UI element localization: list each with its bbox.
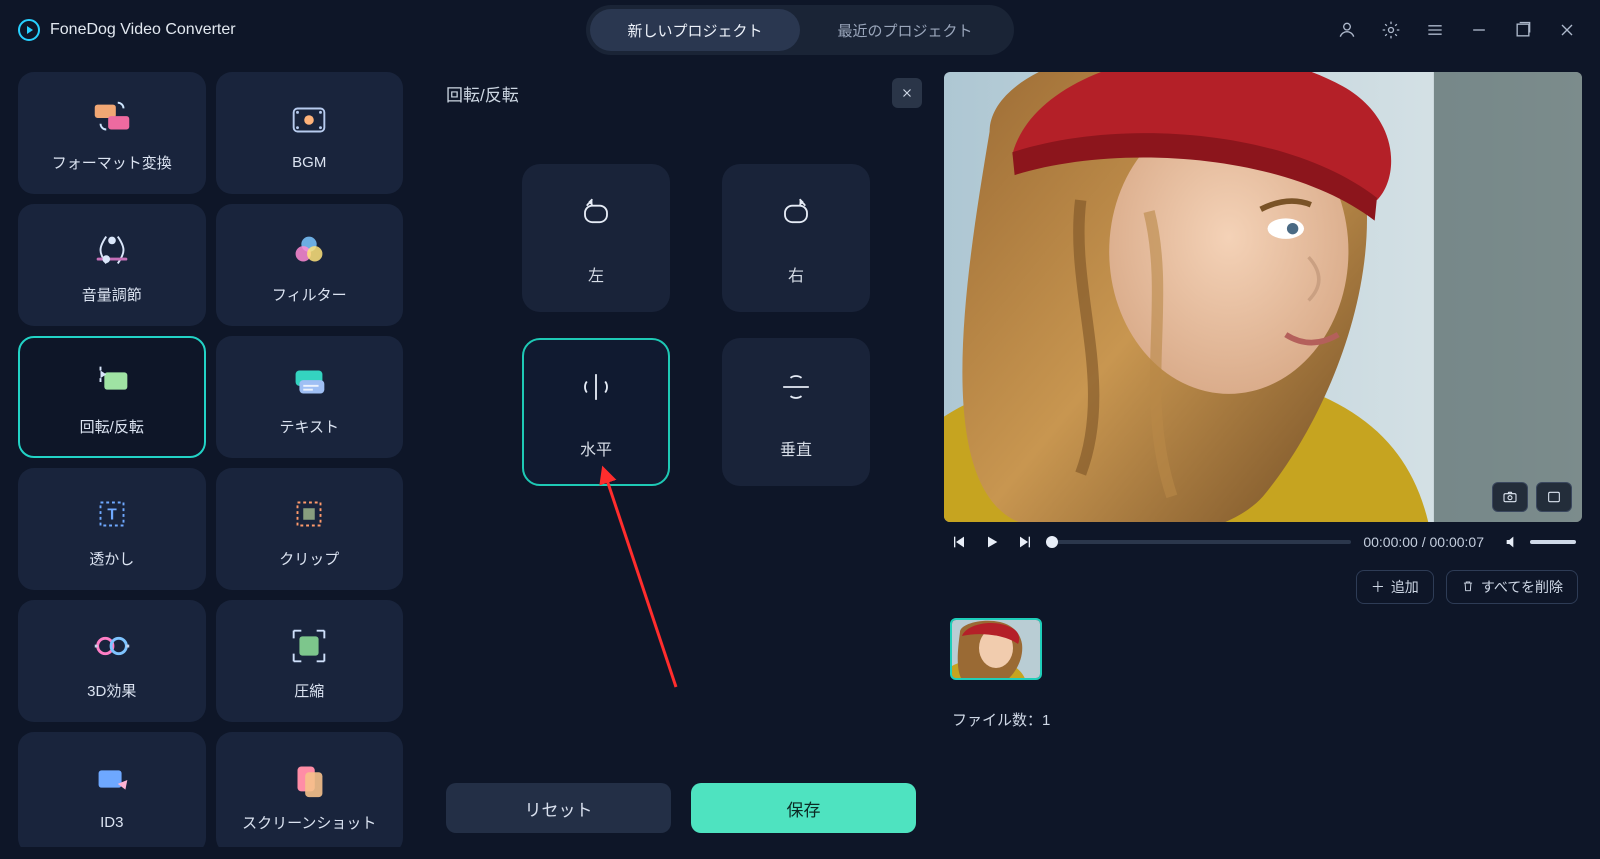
tool-screenshot[interactable]: スクリーンショット — [216, 732, 404, 847]
playback-time: 00:00:00 / 00:00:07 — [1363, 534, 1484, 550]
rotate-right-label: 右 — [788, 262, 804, 286]
tool-filter[interactable]: フィルター — [216, 204, 404, 326]
trash-icon — [1461, 579, 1475, 596]
rotate-right-button[interactable]: 右 — [722, 164, 870, 312]
tool-label: スクリーンショット — [242, 812, 376, 833]
tool-rotate-flip[interactable]: 回転/反転 — [18, 336, 206, 458]
titlebar: FoneDog Video Converter 新しいプロジェクト 最近のプロジ… — [0, 0, 1600, 60]
remove-all-button[interactable]: すべてを削除 — [1446, 570, 1578, 604]
clips-toolbar: ＋ 追加 すべてを削除 — [944, 552, 1582, 614]
app-logo-icon — [18, 19, 40, 41]
panel-header: 回転/反転 — [436, 72, 926, 114]
menu-icon[interactable] — [1420, 15, 1450, 45]
settings-icon[interactable] — [1376, 15, 1406, 45]
play-button[interactable] — [982, 532, 1002, 552]
minimize-icon[interactable] — [1464, 15, 1494, 45]
bgm-icon — [285, 96, 333, 144]
flip-vertical-label: 垂直 — [780, 436, 812, 460]
prev-button[interactable] — [950, 532, 970, 552]
file-count-value: 1 — [1042, 712, 1050, 729]
format-convert-icon — [88, 94, 136, 142]
tool-clip[interactable]: クリップ — [216, 468, 404, 590]
preview-column: 00:00:00 / 00:00:07 ＋ 追加 すべてを削除 — [944, 72, 1582, 847]
rotate-left-button[interactable]: 左 — [522, 164, 670, 312]
add-clip-button[interactable]: ＋ 追加 — [1356, 570, 1434, 604]
tool-label: クリップ — [279, 548, 339, 569]
tool-id3[interactable]: ID3 — [18, 732, 206, 847]
player-controls: 00:00:00 / 00:00:07 — [944, 522, 1582, 552]
tool-label: 透かし — [89, 548, 134, 569]
remove-all-label: すべてを削除 — [1481, 577, 1563, 597]
account-icon[interactable] — [1332, 15, 1362, 45]
tool-label: フォーマット変換 — [52, 152, 172, 173]
rotate-right-icon — [774, 191, 818, 240]
project-tabs: 新しいプロジェクト 最近のプロジェクト — [586, 5, 1014, 55]
tab-new-project[interactable]: 新しいプロジェクト — [590, 9, 800, 51]
tool-label: 回転/反転 — [80, 416, 144, 437]
flip-vertical-icon — [774, 365, 818, 414]
tool-text[interactable]: テキスト — [216, 336, 404, 458]
flip-horizontal-label: 水平 — [580, 436, 612, 460]
panel-title: 回転/反転 — [446, 81, 519, 106]
tool-label: フィルター — [272, 284, 347, 305]
app-title: FoneDog Video Converter — [50, 21, 236, 39]
tab-recent-projects[interactable]: 最近のプロジェクト — [800, 9, 1010, 51]
watermark-icon: T — [88, 490, 136, 538]
close-icon[interactable] — [1552, 15, 1582, 45]
id3-icon — [88, 756, 136, 804]
filter-icon — [285, 226, 333, 274]
clip-thumbnails — [944, 614, 1582, 684]
panel-close-button[interactable] — [892, 78, 922, 108]
flip-vertical-button[interactable]: 垂直 — [722, 338, 870, 486]
file-count-label: ファイル数： — [952, 712, 1042, 729]
video-preview — [944, 72, 1582, 522]
3d-effect-icon — [88, 622, 136, 670]
rotate-flip-panel: 回転/反転 左 右 — [436, 72, 926, 847]
maximize-icon[interactable] — [1508, 15, 1538, 45]
flip-horizontal-icon — [574, 365, 618, 414]
save-button[interactable]: 保存 — [691, 783, 916, 833]
plus-icon: ＋ — [1371, 577, 1385, 597]
tool-label: テキスト — [279, 416, 339, 437]
window-controls — [1332, 15, 1582, 45]
sidebar-scrollbar[interactable] — [413, 72, 418, 847]
brand: FoneDog Video Converter — [18, 19, 236, 41]
seek-bar[interactable] — [1046, 540, 1351, 544]
reset-button[interactable]: リセット — [446, 783, 671, 833]
fullscreen-button[interactable] — [1536, 482, 1572, 512]
tool-label: 音量調節 — [82, 284, 142, 305]
clip-icon — [285, 490, 333, 538]
tool-label: 3D効果 — [87, 680, 136, 701]
volume-bar[interactable] — [1530, 540, 1576, 544]
compress-icon — [285, 622, 333, 670]
tool-bgm[interactable]: BGM — [216, 72, 404, 194]
add-clip-label: 追加 — [1391, 577, 1419, 597]
svg-text:T: T — [107, 506, 117, 523]
preview-image — [944, 72, 1582, 522]
text-icon — [285, 358, 333, 406]
tool-label: ID3 — [100, 814, 123, 831]
tool-label: 圧縮 — [294, 680, 324, 701]
tool-compress[interactable]: 圧縮 — [216, 600, 404, 722]
file-count: ファイル数：1 — [944, 684, 1582, 730]
next-button[interactable] — [1014, 532, 1034, 552]
tool-format[interactable]: フォーマット変換 — [18, 72, 206, 194]
tool-3d[interactable]: 3D効果 — [18, 600, 206, 722]
snapshot-button[interactable] — [1492, 482, 1528, 512]
screenshot-icon — [285, 754, 333, 802]
volume-icon — [88, 226, 136, 274]
clip-thumb-1[interactable] — [950, 618, 1042, 680]
tool-sidebar: フォーマット変換 BGM 音量調節 — [18, 72, 418, 847]
rotate-left-label: 左 — [588, 262, 604, 286]
flip-horizontal-button[interactable]: 水平 — [522, 338, 670, 486]
tool-watermark[interactable]: T 透かし — [18, 468, 206, 590]
volume-button[interactable] — [1502, 532, 1522, 552]
rotate-flip-icon — [88, 358, 136, 406]
rotate-left-icon — [574, 191, 618, 240]
tool-volume[interactable]: 音量調節 — [18, 204, 206, 326]
annotation-arrow — [586, 457, 706, 707]
tool-label: BGM — [292, 154, 326, 171]
